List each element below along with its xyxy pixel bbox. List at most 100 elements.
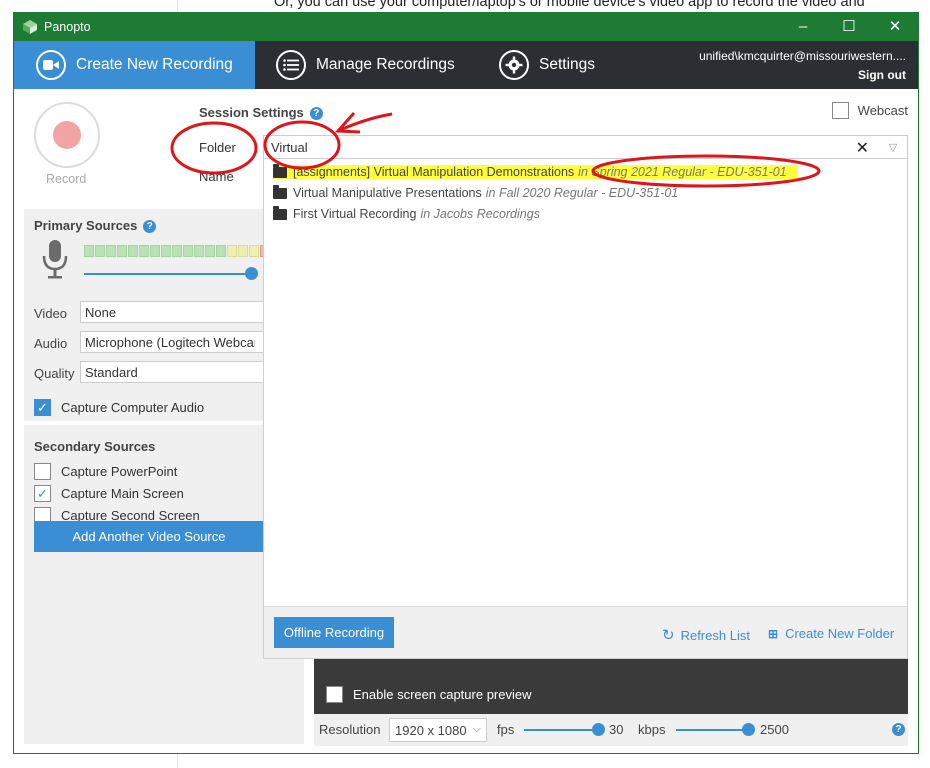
refresh-list-link[interactable]: ↻ Refresh List (662, 626, 750, 644)
record-label: Record (46, 172, 87, 186)
folder-dropdown-list: [assignments] Virtual Manipulation Demon… (263, 159, 908, 659)
close-button[interactable]: ✕ (872, 13, 918, 41)
tab-label: Manage Recordings (316, 56, 455, 73)
folder-label: Folder (199, 140, 236, 155)
tab-settings[interactable]: Settings (499, 41, 595, 89)
name-label: Name (199, 169, 234, 184)
microphone-icon (42, 240, 68, 279)
refresh-icon: ↻ (662, 627, 675, 644)
kbps-value: 2500 (760, 722, 789, 737)
video-source-select[interactable]: None (80, 301, 270, 323)
kbps-slider[interactable] (742, 723, 755, 736)
secondary-sources-title: Secondary Sources (34, 439, 156, 454)
chevron-down-icon[interactable]: ▽ (883, 141, 903, 155)
create-new-folder-label: Create New Folder (785, 626, 895, 641)
folder-icon (273, 163, 287, 178)
session-settings-text: Session Settings (199, 105, 304, 120)
folder-option[interactable]: [assignments] Virtual Manipulation Demon… (273, 163, 797, 179)
audio-label: Audio (34, 336, 68, 351)
enable-preview-row[interactable]: Enable screen capture preview (326, 686, 532, 703)
video-label: Video (34, 306, 68, 321)
resolution-label: Resolution (319, 722, 381, 737)
panopto-logo-icon (23, 20, 37, 34)
create-new-folder-link[interactable]: ⊞ Create New Folder (768, 626, 894, 641)
session-settings-title: Session Settings? (199, 105, 323, 121)
quality-value: Standard (85, 365, 138, 380)
tab-manage-recordings[interactable]: Manage Recordings (276, 41, 455, 89)
primary-sources-title: Primary Sources? (34, 218, 157, 234)
folder-option-name: Virtual Manipulative Presentations (293, 186, 482, 200)
tab-create-new-recording[interactable]: Create New Recording (14, 41, 255, 89)
help-icon[interactable]: ? (143, 220, 157, 234)
capture-computer-audio-row[interactable]: ✓ Capture Computer Audio (34, 399, 204, 416)
panopto-window: Panopto – ☐ ✕ Create New Recording Manag… (13, 12, 919, 754)
audio-source-select[interactable]: Microphone (Logitech Webcam (80, 331, 270, 353)
user-name: unified\kmcquirter@missouriwestern.... (699, 49, 906, 63)
main-content: Record Session Settings? Webcast Folder … (14, 89, 918, 753)
add-video-source-button[interactable]: Add Another Video Source (34, 521, 264, 552)
title-bar: Panopto – ☐ ✕ (14, 13, 918, 41)
folder-option[interactable]: First Virtual Recording in Jacobs Record… (273, 205, 540, 221)
folder-option-name: First Virtual Recording (293, 207, 417, 221)
user-info: unified\kmcquirter@missouriwestern.... S… (699, 49, 906, 82)
sign-out-link[interactable]: Sign out (699, 68, 906, 82)
webcast-checkbox[interactable] (831, 102, 849, 119)
panel-divider (24, 421, 304, 425)
dropdown-footer: Offline Recording ↻ Refresh List ⊞ Creat… (264, 606, 907, 658)
fps-slider[interactable] (592, 723, 605, 736)
resolution-value: 1920 x 1080 (395, 723, 467, 738)
tab-label: Create New Recording (76, 56, 233, 73)
fps-value: 30 (609, 722, 624, 737)
sources-panel: Primary Sources? Video None Audio Microp… (24, 209, 304, 744)
clear-icon[interactable]: ✕ (856, 138, 869, 158)
primary-sources-text: Primary Sources (34, 218, 138, 233)
capture-main-screen-row[interactable]: ✓ Capture Main Screen (34, 485, 184, 502)
folder-search-input[interactable]: Virtual ✕ ▽ (263, 135, 908, 159)
kbps-track[interactable] (676, 729, 751, 731)
fps-label: fps (497, 722, 515, 737)
capture-powerpoint-checkbox[interactable] (34, 463, 51, 480)
quality-select[interactable]: Standard (80, 361, 270, 383)
capture-computer-audio-checkbox[interactable]: ✓ (34, 399, 51, 416)
refresh-list-label: Refresh List (680, 627, 750, 643)
resolution-select[interactable]: 1920 x 1080 ⌵ (389, 718, 487, 742)
enable-preview-checkbox[interactable] (326, 686, 343, 703)
capture-powerpoint-row[interactable]: Capture PowerPoint (34, 463, 177, 480)
audio-value: Microphone (Logitech Webcam (85, 335, 255, 350)
app-title: Panopto (44, 20, 91, 34)
capture-computer-audio-label: Capture Computer Audio (61, 400, 205, 415)
chevron-down-icon: ⌵ (472, 723, 481, 735)
record-icon (53, 121, 81, 149)
audio-volume-slider[interactable] (245, 267, 258, 280)
video-camera-icon (36, 50, 66, 80)
offline-recording-button[interactable]: Offline Recording (274, 617, 394, 648)
kbps-label: kbps (638, 722, 666, 737)
capture-powerpoint-label: Capture PowerPoint (61, 464, 178, 479)
webcast-checkbox-row[interactable]: Webcast (831, 102, 908, 119)
record-button[interactable] (34, 102, 100, 168)
add-folder-icon: ⊞ (768, 626, 779, 641)
background-document-text: Or, you can use your computer/laptop's o… (274, 0, 865, 10)
gear-icon (499, 50, 529, 80)
folder-option-name: [assignments] Virtual Manipulation Demon… (293, 165, 575, 179)
audio-level-meter (84, 245, 271, 257)
minimize-button[interactable]: – (780, 13, 826, 41)
maximize-button[interactable]: ☐ (826, 13, 872, 41)
help-icon[interactable]: ? (309, 107, 323, 121)
capture-main-screen-checkbox[interactable]: ✓ (34, 485, 51, 502)
folder-icon (273, 184, 287, 199)
folder-option[interactable]: Virtual Manipulative Presentations in Fa… (273, 184, 679, 200)
capture-settings-bar: Resolution 1920 x 1080 ⌵ fps 30 kbps 250… (314, 714, 908, 746)
folder-input-value: Virtual (271, 140, 308, 155)
enable-preview-label: Enable screen capture preview (353, 687, 532, 702)
folder-option-context: in Fall 2020 Regular - EDU-351-01 (485, 186, 679, 200)
help-icon[interactable]: ? (892, 723, 905, 736)
audio-volume-track[interactable] (84, 273, 254, 275)
folder-option-context: in Jacobs Recordings (420, 207, 540, 221)
tab-label: Settings (539, 56, 596, 73)
screen-preview-area: Enable screen capture preview (314, 659, 908, 714)
list-icon (276, 50, 306, 80)
nav-bar: Create New Recording Manage Recordings S… (14, 41, 918, 89)
folder-icon (273, 205, 287, 220)
video-value: None (85, 305, 117, 320)
